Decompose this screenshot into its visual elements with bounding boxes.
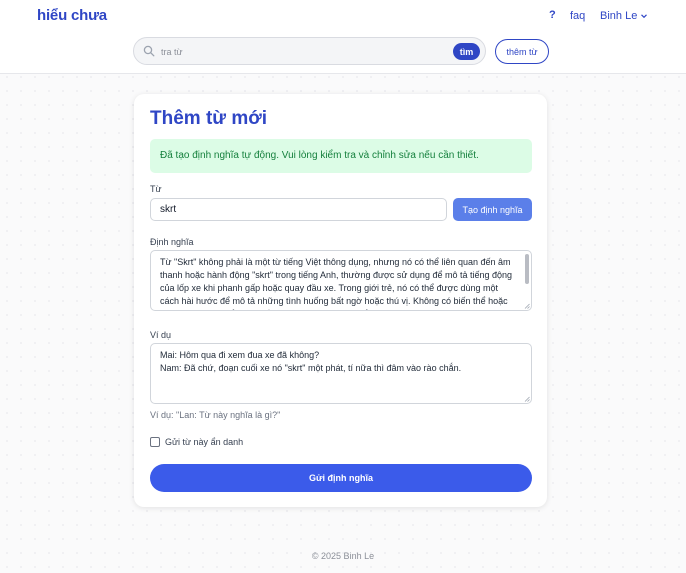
faq-link[interactable]: faq (570, 10, 585, 22)
add-word-button[interactable]: thêm từ (495, 39, 549, 64)
generate-definition-button[interactable]: Tạo định nghĩa (453, 198, 532, 221)
example-line: Mai: Hôm qua đi xem đua xe đã không? (160, 350, 320, 360)
definition-scrollbar[interactable] (525, 254, 529, 284)
submit-definition-button[interactable]: Gửi định nghĩa (150, 464, 532, 492)
example-textarea[interactable]: Mai: Hôm qua đi xem đua xe đã không? Nam… (150, 343, 532, 404)
word-input[interactable] (150, 198, 447, 221)
search-button[interactable]: tìm (453, 43, 480, 60)
resize-grip-icon[interactable] (524, 303, 530, 309)
top-header: hiểu chưa tìm thêm từ ? faq Binh Le (0, 0, 686, 74)
definition-label: Định nghĩa (150, 237, 194, 247)
example-line: Nam: Đã chứ, đoạn cuối xe nó "skrt" một … (160, 363, 462, 373)
example-hint: Ví dụ: "Lan: Từ này nghĩa là gì?" (150, 410, 281, 420)
resize-grip-icon[interactable] (524, 396, 530, 402)
page-title: Thêm từ mới (150, 108, 267, 129)
anonymous-checkbox[interactable] (150, 437, 160, 447)
success-alert: Đã tạo định nghĩa tự động. Vui lòng kiểm… (150, 139, 532, 173)
definition-textarea[interactable]: Từ "Skrt" không phải là một từ tiếng Việ… (150, 250, 532, 311)
example-label: Ví dụ (150, 330, 172, 340)
definition-text: Từ "Skrt" không phải là một từ tiếng Việ… (160, 257, 513, 310)
user-name: Binh Le (600, 10, 638, 22)
search-bar: tìm (133, 37, 486, 65)
search-input[interactable] (161, 43, 441, 61)
word-label: Từ (150, 184, 162, 194)
site-logo[interactable]: hiểu chưa (37, 7, 107, 24)
help-link[interactable]: ? (549, 9, 556, 21)
chevron-down-icon (641, 14, 648, 19)
footer-copyright: © 2025 Binh Le (311, 551, 375, 561)
user-menu[interactable]: Binh Le (600, 10, 648, 22)
add-word-form: Thêm từ mới Đã tạo định nghĩa tự động. V… (134, 94, 547, 507)
search-icon (143, 45, 155, 57)
anonymous-label[interactable]: Gửi từ này ẩn danh (165, 437, 243, 447)
